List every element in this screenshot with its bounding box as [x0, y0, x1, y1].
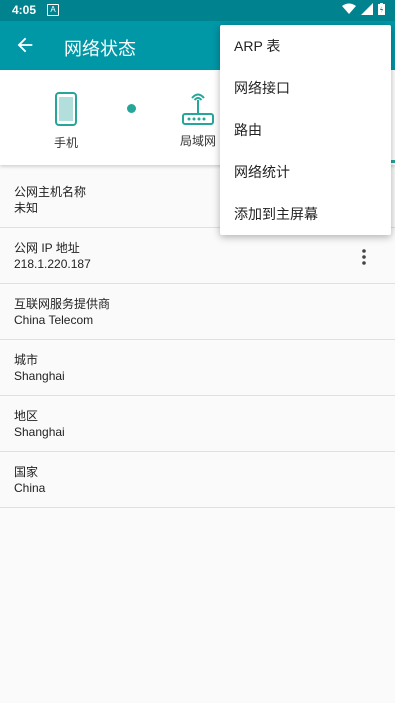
overflow-menu: ARP 表 网络接口 路由 网络统计 添加到主屏幕: [220, 25, 391, 235]
diagram-node-label: 局域网: [179, 134, 216, 148]
item-value: Shanghai: [14, 425, 65, 439]
phone-icon: [55, 92, 77, 126]
item-label: 公网 IP 地址: [14, 241, 80, 255]
menu-item-arp-table[interactable]: ARP 表: [220, 25, 391, 67]
battery-icon: [378, 3, 385, 15]
list-item[interactable]: 城市 Shanghai: [0, 340, 395, 396]
back-arrow-icon[interactable]: [14, 34, 36, 56]
list-item[interactable]: 互联网服务提供商 China Telecom: [0, 284, 395, 340]
system-icons: [342, 3, 385, 15]
signal-icon: [361, 3, 373, 15]
item-value: Shanghai: [14, 369, 65, 383]
status-time: 4:05: [12, 3, 37, 17]
connection-dot: [127, 104, 136, 113]
router-icon: [182, 93, 214, 125]
page-title: 网络状态: [64, 39, 136, 59]
list-item[interactable]: 国家 China: [0, 452, 395, 508]
item-label: 城市: [14, 353, 39, 367]
item-value: China Telecom: [14, 313, 94, 327]
diagram-node-label: 手机: [53, 136, 78, 150]
list-item[interactable]: 公网 IP 地址 218.1.220.187: [0, 228, 395, 284]
more-vert-icon[interactable]: [361, 248, 367, 266]
wifi-icon: [342, 3, 356, 14]
item-value: 218.1.220.187: [14, 257, 91, 271]
menu-item-add-to-home[interactable]: 添加到主屏幕: [220, 193, 391, 235]
item-label: 地区: [14, 409, 39, 423]
menu-item-routes[interactable]: 路由: [220, 109, 391, 151]
diagram-node-lan[interactable]: 局域网: [176, 90, 220, 149]
item-label: 国家: [14, 465, 39, 479]
status-bar: 4:05 A: [0, 0, 395, 21]
list-item[interactable]: 地区 Shanghai: [0, 396, 395, 452]
menu-item-network-stats[interactable]: 网络统计: [220, 151, 391, 193]
notification-icon: A: [47, 4, 59, 16]
diagram-node-phone[interactable]: 手机: [46, 90, 86, 151]
item-label: 互联网服务提供商: [14, 297, 111, 311]
menu-item-network-interfaces[interactable]: 网络接口: [220, 67, 391, 109]
item-value: China: [14, 481, 46, 495]
